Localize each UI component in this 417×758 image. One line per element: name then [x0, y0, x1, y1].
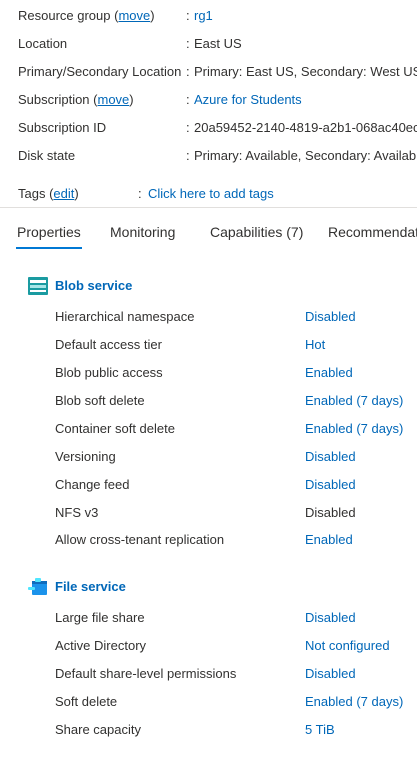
file-prop-soft-delete: Soft delete Enabled (7 days) — [55, 692, 417, 712]
colon: : — [186, 8, 190, 23]
colon: : — [138, 186, 142, 201]
tab-capabilities[interactable]: Capabilities (7) — [210, 222, 303, 242]
prop-value-link[interactable]: Enabled (7 days) — [305, 692, 403, 712]
tab-monitoring[interactable]: Monitoring — [110, 222, 175, 242]
prop-label: Versioning — [55, 449, 116, 464]
file-prop-default-share-permissions: Default share-level permissions Disabled — [55, 664, 417, 684]
prop-label: Active Directory — [55, 638, 147, 653]
primary-secondary-location-value: Primary: East US, Secondary: West US — [194, 64, 417, 79]
colon: : — [186, 120, 190, 135]
prop-label: Allow cross-tenant replication — [55, 532, 225, 547]
subscription-id-value: 20a59452-2140-4819-a2b1-068ac40ec — [194, 120, 417, 135]
subscription-value-link[interactable]: Azure for Students — [194, 90, 302, 110]
prop-label: Default share-level permissions — [55, 666, 237, 681]
essentials-row-subscription: Subscription (move) : Azure for Students — [18, 90, 417, 110]
essentials-row-subscription-id: Subscription ID : 20a59452-2140-4819-a2b… — [18, 118, 417, 138]
blob-prop-container-soft-delete: Container soft delete Enabled (7 days) — [55, 419, 417, 439]
tags-edit-link[interactable]: edit — [53, 186, 74, 201]
prop-label: NFS v3 — [55, 505, 99, 520]
prop-value-link[interactable]: Enabled — [305, 530, 353, 550]
blob-prop-change-feed: Change feed Disabled — [55, 475, 417, 495]
tab-properties[interactable]: Properties — [17, 222, 81, 242]
prop-value-link[interactable]: Disabled — [305, 307, 356, 327]
blob-prop-default-access-tier: Default access tier Hot — [55, 335, 417, 355]
prop-value-link[interactable]: 5 TiB — [305, 720, 335, 740]
primary-secondary-location-label: Primary/Secondary Location — [18, 64, 182, 79]
divider — [0, 207, 417, 208]
location-value: East US — [194, 36, 242, 51]
subscription-move-link[interactable]: move — [97, 92, 129, 107]
subscription-label: Subscription (move) — [18, 92, 134, 107]
resource-group-value-link[interactable]: rg1 — [194, 6, 213, 26]
storage-account-overview: Resource group (move) : rg1 Location : E… — [0, 0, 417, 758]
tags-label: Tags (edit) — [18, 186, 79, 201]
blob-prop-cross-tenant-replication: Allow cross-tenant replication Enabled — [55, 530, 417, 550]
prop-value-link[interactable]: Disabled — [305, 664, 356, 684]
prop-label: Blob soft delete — [55, 393, 145, 408]
blob-prop-public-access: Blob public access Enabled — [55, 363, 417, 383]
prop-value-link[interactable]: Disabled — [305, 447, 356, 467]
colon: : — [186, 64, 190, 79]
subscription-id-label: Subscription ID — [18, 120, 107, 135]
essentials-row-resource-group: Resource group (move) : rg1 — [18, 6, 417, 26]
prop-value-link[interactable]: Disabled — [305, 475, 356, 495]
blob-prop-soft-delete: Blob soft delete Enabled (7 days) — [55, 391, 417, 411]
colon: : — [186, 148, 190, 163]
prop-label: Blob public access — [55, 365, 163, 380]
file-prop-large-file-share: Large file share Disabled — [55, 608, 417, 628]
colon: : — [186, 92, 190, 107]
prop-label: Share capacity — [55, 722, 141, 737]
blob-prop-versioning: Versioning Disabled — [55, 447, 417, 467]
prop-value-link[interactable]: Enabled (7 days) — [305, 391, 403, 411]
prop-value-link[interactable]: Disabled — [305, 608, 356, 628]
disk-state-label: Disk state — [18, 148, 76, 163]
prop-value-link[interactable]: Enabled (7 days) — [305, 419, 403, 439]
prop-label: Soft delete — [55, 694, 118, 709]
prop-value-link[interactable]: Not configured — [305, 636, 390, 656]
prop-label: Default access tier — [55, 337, 162, 352]
add-tags-link[interactable]: Click here to add tags — [148, 184, 274, 204]
essentials-row-disk-state: Disk state : Primary: Available, Seconda… — [18, 146, 417, 166]
resource-group-move-link[interactable]: move — [118, 8, 150, 23]
prop-value: Disabled — [305, 505, 356, 520]
essentials-row-primary-secondary-location: Primary/Secondary Location : Primary: Ea… — [18, 62, 417, 82]
prop-label: Large file share — [55, 610, 145, 625]
prop-label: Hierarchical namespace — [55, 309, 195, 324]
file-service-icon — [28, 578, 48, 596]
tags-row: Tags (edit) : Click here to add tags — [18, 184, 417, 204]
prop-value-link[interactable]: Hot — [305, 335, 325, 355]
prop-label: Change feed — [55, 477, 130, 492]
tab-recommendations[interactable]: Recommendations — [328, 222, 417, 242]
file-prop-share-capacity: Share capacity 5 TiB — [55, 720, 417, 740]
prop-label: Container soft delete — [55, 421, 175, 436]
location-label: Location — [18, 36, 68, 51]
colon: : — [186, 36, 190, 51]
blob-prop-nfs-v3: NFS v3 Disabled — [55, 503, 417, 523]
blob-prop-hierarchical-namespace: Hierarchical namespace Disabled — [55, 307, 417, 327]
active-tab-indicator — [16, 247, 82, 249]
overview-tabs: Properties Monitoring Capabilities (7) R… — [0, 212, 417, 252]
essentials-row-location: Location : East US — [18, 34, 417, 54]
prop-value-link[interactable]: Enabled — [305, 363, 353, 383]
file-prop-active-directory: Active Directory Not configured — [55, 636, 417, 656]
blob-service-title-link[interactable]: Blob service — [55, 276, 132, 296]
disk-state-value: Primary: Available, Secondary: Available — [194, 148, 417, 163]
file-service-title-link[interactable]: File service — [55, 577, 126, 597]
blob-service-icon — [28, 277, 48, 295]
resource-group-label: Resource group (move) — [18, 8, 155, 23]
